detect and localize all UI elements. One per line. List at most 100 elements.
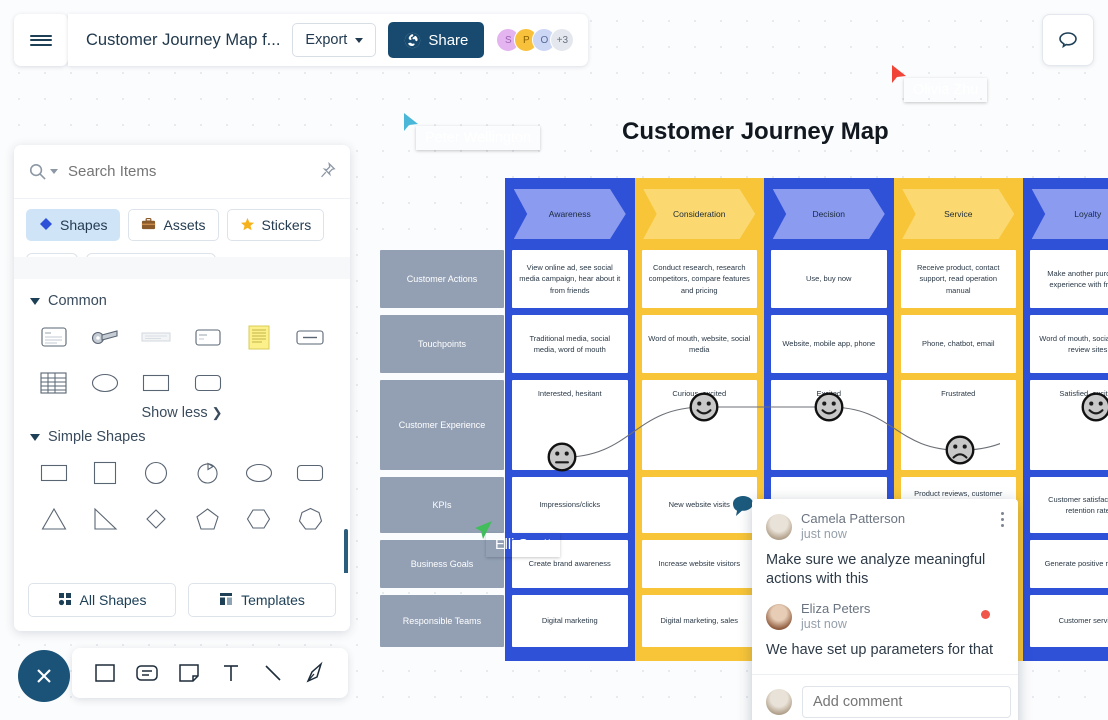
map-cell[interactable]: Word of mouth, social media, review site… xyxy=(1030,315,1108,373)
more-options-icon[interactable] xyxy=(1001,512,1004,530)
diamond-shape[interactable] xyxy=(131,499,182,539)
card-tool-icon[interactable] xyxy=(128,654,166,692)
map-cell[interactable]: Make another purchase, experience with f… xyxy=(1030,250,1108,308)
export-button[interactable]: Export xyxy=(292,23,377,57)
search-input[interactable] xyxy=(68,163,278,180)
sentiment-face-happy[interactable] xyxy=(1081,392,1108,427)
panel-tabs: Shapes Assets Stickers xyxy=(14,199,350,241)
sticky-note-shape[interactable] xyxy=(233,317,284,357)
arc-shape[interactable] xyxy=(182,453,233,493)
drawing-toolbar xyxy=(72,648,348,698)
row-label[interactable]: Responsible Teams xyxy=(380,595,504,647)
row-label[interactable]: Customer Experience xyxy=(380,380,504,470)
cursor-elli-scott: Elli Scott xyxy=(472,519,551,553)
add-comment-input[interactable] xyxy=(802,686,1011,719)
map-cell[interactable]: Website, mobile app, phone xyxy=(771,315,887,373)
comment-bubble-icon xyxy=(1059,32,1077,49)
stage-chevron: Consideration xyxy=(643,189,756,239)
star-icon xyxy=(240,217,255,234)
map-cell[interactable]: Traditional media, social media, word of… xyxy=(512,315,628,373)
comment-popup: Camela Patterson just now Make sure we ana… xyxy=(752,499,1018,720)
stage-chevron: Awareness xyxy=(513,189,626,239)
cursor-peter-wellington: Peter Wellington xyxy=(402,112,531,146)
map-cell[interactable]: Phone, chatbot, email xyxy=(900,315,1016,373)
rounded-rect-shape[interactable] xyxy=(182,363,233,403)
shape-group-header-simple-shapes[interactable]: Simple Shapes xyxy=(30,429,336,445)
map-cell[interactable]: Word of mouth, website, social media xyxy=(641,315,757,373)
map-cell[interactable]: Customer satisfaction & retention rate xyxy=(1030,477,1108,533)
rounded-rect-shape[interactable] xyxy=(285,453,336,493)
text-tool-icon[interactable] xyxy=(212,654,250,692)
hexagon-shape[interactable] xyxy=(233,499,284,539)
heptagon-shape[interactable] xyxy=(285,499,336,539)
close-icon xyxy=(37,669,51,683)
pin-icon[interactable] xyxy=(319,161,336,184)
map-cell[interactable]: Use, buy now xyxy=(771,250,887,308)
tab-shapes[interactable]: Shapes xyxy=(26,209,121,241)
template-icon xyxy=(219,592,233,609)
table-shape[interactable] xyxy=(28,363,79,403)
sentiment-face-happy[interactable] xyxy=(814,392,844,427)
map-cell[interactable]: Customer service xyxy=(1030,595,1108,647)
ellipse-shape[interactable] xyxy=(79,363,130,403)
line-tool-icon[interactable] xyxy=(254,654,292,692)
map-cell[interactable]: View online ad, see social media campaig… xyxy=(512,250,628,308)
shape-group-header-common[interactable]: Common xyxy=(30,293,336,309)
tab-assets[interactable]: Assets xyxy=(128,209,219,241)
horizontal-bar-shape[interactable] xyxy=(285,317,336,357)
show-less-button[interactable]: Show less ❯ xyxy=(28,405,336,421)
row-label[interactable]: Customer Actions xyxy=(380,250,504,308)
avatar[interactable]: +3 xyxy=(550,28,575,52)
rectangle-shape[interactable] xyxy=(131,363,182,403)
top-bar: Customer Journey Map f... Export Share S… xyxy=(0,0,1108,80)
map-cell[interactable]: Digital marketing xyxy=(512,595,628,647)
stage-header: Loyalty xyxy=(1023,178,1108,250)
share-button[interactable]: Share xyxy=(388,22,485,58)
comments-toggle-button[interactable] xyxy=(1042,14,1094,66)
key-shape[interactable] xyxy=(79,317,130,357)
map-cell[interactable]: Impressions/clicks xyxy=(512,477,628,533)
map-cell[interactable]: Increase website visitors xyxy=(641,540,757,588)
stage-header: Consideration xyxy=(635,178,765,250)
templates-button[interactable]: Templates xyxy=(188,583,336,617)
collaborator-avatars[interactable]: S P O +3 xyxy=(496,28,575,52)
sticky-note-tool-icon[interactable] xyxy=(170,654,208,692)
note-shape[interactable] xyxy=(182,317,233,357)
triangle-down-icon xyxy=(30,433,40,441)
sentiment-face-neutral[interactable] xyxy=(547,442,577,477)
tape-shape[interactable] xyxy=(131,317,182,357)
comment-text: Make sure we analyze meaningful actions … xyxy=(766,551,986,587)
comment-author-name: Eliza Peters xyxy=(801,601,871,617)
marker-tool-icon[interactable] xyxy=(296,654,334,692)
card-shape[interactable] xyxy=(28,317,79,357)
all-shapes-button[interactable]: All Shapes xyxy=(28,583,176,617)
unread-indicator xyxy=(981,610,990,620)
square-shape[interactable] xyxy=(79,453,130,493)
document-title[interactable]: Customer Journey Map f... xyxy=(86,31,280,50)
right-triangle-shape[interactable] xyxy=(79,499,130,539)
circle-shape[interactable] xyxy=(131,453,182,493)
menu-button[interactable] xyxy=(14,14,68,66)
map-cell[interactable]: Conduct research, research competitors, … xyxy=(641,250,757,308)
map-cell[interactable]: Receive product, contact support, read o… xyxy=(900,250,1016,308)
shape-group-title: Simple Shapes xyxy=(48,429,146,445)
tab-stickers[interactable]: Stickers xyxy=(226,209,325,241)
search-icon[interactable] xyxy=(28,162,58,181)
rectangle-shape[interactable] xyxy=(28,453,79,493)
ellipse-shape[interactable] xyxy=(233,453,284,493)
close-panel-button[interactable] xyxy=(18,650,70,702)
pentagon-shape[interactable] xyxy=(182,499,233,539)
comment-author-row: Eliza Peters just now xyxy=(766,601,1004,633)
map-cell[interactable]: Generate positive reviews xyxy=(1030,540,1108,588)
sentiment-face-sad[interactable] xyxy=(945,435,975,470)
triangle-shape[interactable] xyxy=(28,499,79,539)
square-tool-icon[interactable] xyxy=(86,654,124,692)
stage-chevron: Decision xyxy=(772,189,885,239)
map-cell[interactable]: Digital marketing, sales xyxy=(641,595,757,647)
stage-column-awareness[interactable]: Awareness View online ad, see social medi… xyxy=(505,178,635,661)
stage-header: Awareness xyxy=(505,178,635,250)
sentiment-face-happy[interactable] xyxy=(689,392,719,427)
chevron-right-icon: ❯ xyxy=(211,405,223,420)
row-label[interactable]: Touchpoints xyxy=(380,315,504,373)
shapes-panel: Shapes Assets Stickers Common Show less ❯ Si… xyxy=(14,145,350,631)
